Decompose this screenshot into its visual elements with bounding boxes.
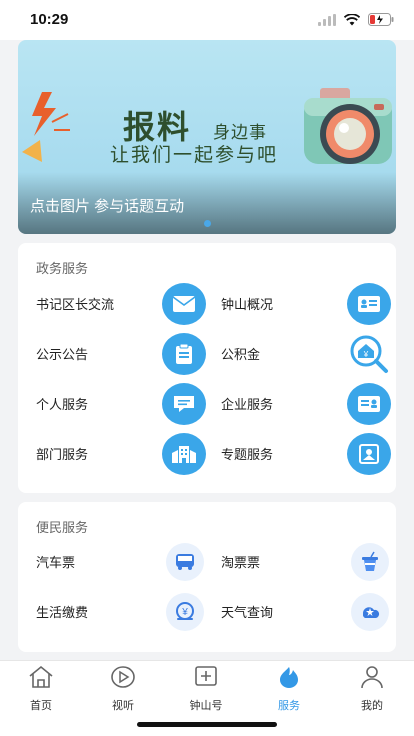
home-indicator xyxy=(137,722,277,727)
battery-icon xyxy=(368,13,394,31)
banner-slogan: 让我们一起参与吧 xyxy=(110,144,279,166)
tab-label: 视听 xyxy=(112,700,134,712)
signal-icon xyxy=(318,13,336,31)
section-title: 政务服务 xyxy=(36,261,89,276)
building-icon xyxy=(162,433,206,475)
report-banner[interactable]: 报料 身边事 让我们一起参与吧 点击图片 参与话题互动 xyxy=(18,40,396,234)
service-item-taopiaopiao[interactable]: 淘票票 xyxy=(221,541,391,583)
tab-zhongshan-hao[interactable]: 钟山号 xyxy=(165,665,247,715)
service-label: 汽车票 xyxy=(36,555,76,570)
service-item-department[interactable]: 部门服务 xyxy=(36,433,206,475)
tab-mine[interactable]: 我的 xyxy=(331,665,413,715)
service-item-special-topic[interactable]: 专题服务 xyxy=(221,433,391,475)
play-icon xyxy=(110,665,136,694)
gov-services-card: 政务服务 书记区长交流 钟山概况 公示公告 公积金 ¥ 个人服务 企业服务 部门… xyxy=(18,243,396,493)
service-label: 公示公告 xyxy=(36,347,89,362)
section-title: 便民服务 xyxy=(36,520,89,535)
service-label: 书记区长交流 xyxy=(36,297,115,312)
service-item-enterprise[interactable]: 企业服务 xyxy=(221,383,391,425)
lightning-decoration-icon xyxy=(22,92,70,167)
svg-text:¥: ¥ xyxy=(181,607,188,618)
wifi-icon xyxy=(343,13,361,31)
public-services-card: 便民服务 汽车票 淘票票 生活缴费 ¥ 天气查询 xyxy=(18,502,396,652)
tab-label: 钟山号 xyxy=(189,700,223,712)
service-label: 企业服务 xyxy=(221,397,274,412)
camera-illustration-icon xyxy=(300,86,396,175)
tab-label: 我的 xyxy=(361,700,383,712)
clipboard-icon xyxy=(162,333,206,375)
tab-label: 首页 xyxy=(30,700,52,712)
service-item-utility-payment[interactable]: 生活缴费 ¥ xyxy=(36,591,206,633)
svg-text:¥: ¥ xyxy=(363,350,369,359)
status-bar: 10:29 xyxy=(0,0,414,40)
chat-bubble-icon xyxy=(162,383,206,425)
bus-icon xyxy=(166,543,204,581)
picture-frame-icon xyxy=(347,433,391,475)
service-label: 钟山概况 xyxy=(221,297,274,312)
status-icons xyxy=(318,13,394,31)
service-label: 部门服务 xyxy=(36,447,89,462)
user-icon xyxy=(359,665,385,694)
home-icon xyxy=(28,665,54,694)
service-item-public-notice[interactable]: 公示公告 xyxy=(36,333,206,375)
service-label: 个人服务 xyxy=(36,397,89,412)
id-card-icon xyxy=(347,283,391,325)
carousel-indicator xyxy=(18,220,396,227)
housing-fund-icon: ¥ xyxy=(347,333,391,375)
tab-services[interactable]: 服务 xyxy=(248,665,330,715)
service-label: 专题服务 xyxy=(221,447,274,462)
tab-label: 服务 xyxy=(278,700,300,712)
service-label: 淘票票 xyxy=(221,555,261,570)
add-box-icon xyxy=(193,665,219,694)
service-label: 公积金 xyxy=(221,347,261,362)
business-card-icon xyxy=(347,383,391,425)
service-label: 生活缴费 xyxy=(36,605,89,620)
ticket-cup-icon xyxy=(351,543,389,581)
payment-icon: ¥ xyxy=(166,593,204,631)
service-item-weather[interactable]: 天气查询 xyxy=(221,591,391,633)
tab-home[interactable]: 首页 xyxy=(0,665,82,715)
service-item-zhongshan-overview[interactable]: 钟山概况 xyxy=(221,283,391,325)
carousel-dot xyxy=(203,220,211,227)
banner-caption: 点击图片 参与话题互动 xyxy=(30,198,185,215)
flame-icon xyxy=(276,665,302,694)
tab-audio-video[interactable]: 视听 xyxy=(82,665,164,715)
service-item-secretary-exchange[interactable]: 书记区长交流 xyxy=(36,283,206,325)
service-item-housing-fund[interactable]: 公积金 ¥ xyxy=(221,333,391,375)
service-item-personal[interactable]: 个人服务 xyxy=(36,383,206,425)
envelope-icon xyxy=(162,283,206,325)
service-label: 天气查询 xyxy=(221,605,274,620)
service-item-bus-ticket[interactable]: 汽车票 xyxy=(36,541,206,583)
weather-icon xyxy=(351,593,389,631)
status-time: 10:29 xyxy=(30,11,69,28)
